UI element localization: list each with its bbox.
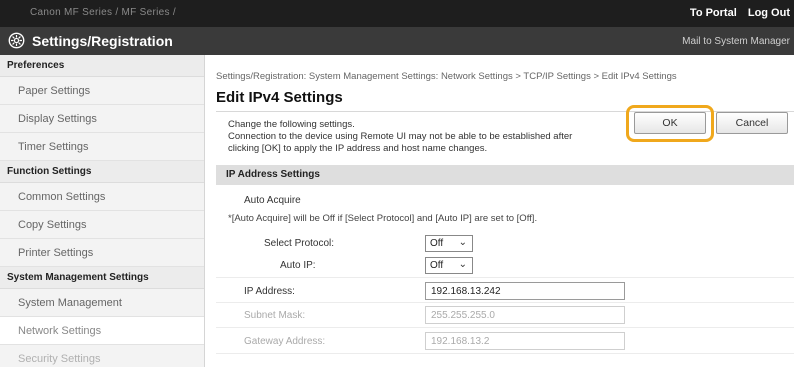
page-title: Edit IPv4 Settings <box>216 89 343 106</box>
select-protocol-value: Off <box>430 238 444 249</box>
sidebar-item-timer-settings[interactable]: Timer Settings <box>0 133 204 161</box>
sidebar-item-common-settings[interactable]: Common Settings <box>0 183 204 211</box>
auto-ip-dropdown[interactable]: Off ⌄ <box>425 257 473 274</box>
ip-address-label: IP Address: <box>244 286 295 297</box>
settings-gear-icon <box>8 32 25 49</box>
row-divider <box>216 302 794 303</box>
settings-note: Change the following settings. Connectio… <box>228 119 628 155</box>
sidebar-item-paper-settings[interactable]: Paper Settings <box>0 77 204 105</box>
row-divider <box>216 353 794 354</box>
auto-acquire-label: Auto Acquire <box>244 195 301 206</box>
subnet-mask-label: Subnet Mask: <box>244 310 306 321</box>
subnet-mask-field[interactable]: 255.255.255.0 <box>425 306 625 324</box>
auto-ip-value: Off <box>430 260 444 271</box>
device-model: Canon MF Series / MF Series / <box>30 7 176 18</box>
header-title: Settings/Registration <box>32 33 173 49</box>
sidebar-item-printer-settings[interactable]: Printer Settings <box>0 239 204 267</box>
note-line-3: clicking [OK] to apply the IP address an… <box>228 143 488 154</box>
sidebar-item-network-settings[interactable]: Network Settings <box>0 317 204 345</box>
main-content: Settings/Registration: System Management… <box>216 55 794 367</box>
note-line-2: Connection to the device using Remote UI… <box>228 131 573 142</box>
sidebar-item-system-management[interactable]: System Management <box>0 289 204 317</box>
chevron-down-icon: ⌄ <box>458 237 467 248</box>
sidebar-heading-system-management-settings: System Management Settings <box>0 267 204 289</box>
sidebar-item-security-settings[interactable]: Security Settings <box>0 345 204 367</box>
row-divider <box>216 277 794 278</box>
sidebar: Preferences Paper Settings Display Setti… <box>0 55 205 367</box>
sidebar-heading-function-settings: Function Settings <box>0 161 204 183</box>
select-protocol-label: Select Protocol: <box>264 238 335 249</box>
logout-link[interactable]: Log Out <box>748 7 790 19</box>
select-protocol-dropdown[interactable]: Off ⌄ <box>425 235 473 252</box>
chevron-down-icon: ⌄ <box>458 259 467 270</box>
auto-acquire-note: *[Auto Acquire] will be Off if [Select P… <box>228 213 538 224</box>
to-portal-link[interactable]: To Portal <box>690 7 737 19</box>
cancel-button[interactable]: Cancel <box>716 112 788 134</box>
sidebar-heading-preferences: Preferences <box>0 55 204 77</box>
breadcrumb: Settings/Registration: System Management… <box>216 71 677 82</box>
sidebar-item-display-settings[interactable]: Display Settings <box>0 105 204 133</box>
auto-ip-label: Auto IP: <box>280 260 316 271</box>
top-bar: Canon MF Series / MF Series / To Portal … <box>0 0 794 27</box>
note-line-1: Change the following settings. <box>228 119 355 130</box>
gateway-address-label: Gateway Address: <box>244 336 326 347</box>
ip-address-field[interactable]: 192.168.13.242 <box>425 282 625 300</box>
row-divider <box>216 327 794 328</box>
gateway-address-field[interactable]: 192.168.13.2 <box>425 332 625 350</box>
top-links: To Portal Log Out <box>682 7 790 19</box>
section-ip-address-settings: IP Address Settings <box>216 165 794 185</box>
ok-button[interactable]: OK <box>634 112 706 134</box>
page-header: Settings/Registration Mail to System Man… <box>0 27 794 55</box>
mail-to-system-manager-link[interactable]: Mail to System Manager <box>682 36 790 47</box>
sidebar-item-copy-settings[interactable]: Copy Settings <box>0 211 204 239</box>
